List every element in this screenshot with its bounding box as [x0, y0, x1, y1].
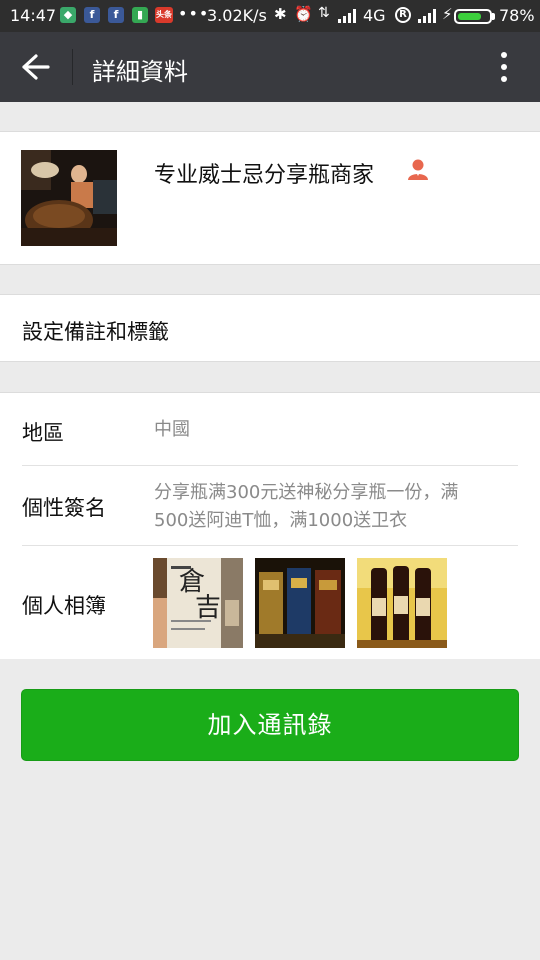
page-title: 詳細資料	[92, 58, 188, 86]
more-vertical-icon	[501, 52, 507, 58]
facebook-icon: f	[84, 7, 100, 23]
arrow-left-icon	[22, 54, 50, 80]
profile-card: 专业威士忌分享瓶商家	[0, 131, 540, 265]
data-transfer-icon: ⇅	[318, 5, 330, 21]
add-to-contacts-button[interactable]: 加入通訊錄	[21, 689, 519, 761]
info-card: 地區 中國 個性簽名 分享瓶满300元送神秘分享瓶一份，满 500送阿迪T恤，满…	[0, 392, 540, 659]
title-bar: 詳細資料	[0, 32, 540, 102]
facebook-icon: f	[108, 7, 124, 23]
signature-label: 個性簽名	[22, 496, 106, 520]
whisky-boxes-photo	[255, 558, 345, 648]
battery-tip	[492, 13, 495, 20]
region-value: 中國	[154, 419, 190, 440]
more-vertical-icon-dot	[501, 76, 507, 82]
avatar[interactable]	[21, 150, 117, 246]
person-icon	[408, 159, 428, 180]
title-divider	[72, 49, 73, 85]
clock: 14:47	[10, 6, 57, 25]
network-speed: 3.02K/s	[207, 6, 267, 25]
svg-text:吉: 吉	[195, 593, 221, 623]
signal-icon	[418, 9, 436, 23]
bluetooth-icon: ✱	[274, 5, 287, 23]
set-remark-tags-row[interactable]: 設定備註和標籤	[0, 294, 540, 362]
battery-level	[458, 13, 482, 20]
toutiao-news-icon: 头条	[155, 7, 173, 23]
album-label: 個人相簿	[22, 594, 106, 618]
battery-percent: 78%	[499, 6, 535, 25]
more-vertical-icon-dot	[501, 64, 507, 70]
more-notifications-icon: •••	[178, 4, 210, 23]
network-type: 4G	[363, 6, 386, 25]
alarm-icon: ⏰	[294, 5, 313, 23]
signal-icon	[338, 9, 356, 23]
divider	[22, 465, 518, 466]
signature-line-2: 500送阿迪T恤，满1000送卫衣	[154, 510, 408, 531]
battery-app-icon: ▮	[132, 7, 148, 23]
avatar-image	[21, 150, 117, 246]
more-options-button[interactable]	[488, 47, 520, 87]
region-label: 地區	[22, 421, 64, 445]
charging-icon: ⚡	[442, 5, 453, 23]
whisky-bottles-photo	[357, 558, 447, 648]
album-photo[interactable]	[255, 558, 345, 648]
divider	[22, 545, 518, 546]
status-bar: 14:47 ◆ f f ▮ 头条 ••• 3.02K/s ✱ ⏰ ⇅ 4G R …	[0, 0, 540, 32]
album-photo[interactable]	[357, 558, 447, 648]
remark-label: 設定備註和標籤	[22, 320, 169, 344]
shield-icon: ◆	[60, 7, 76, 23]
album-photo[interactable]: 倉 吉	[153, 558, 243, 648]
whisky-bottle-label-photo: 倉 吉	[153, 558, 243, 648]
contact-name: 专业威士忌分享瓶商家	[154, 163, 375, 188]
signature-line-1: 分享瓶满300元送神秘分享瓶一份，满	[154, 482, 459, 503]
back-button[interactable]	[14, 47, 58, 87]
roaming-icon: R	[395, 7, 411, 23]
battery-icon	[454, 9, 492, 24]
